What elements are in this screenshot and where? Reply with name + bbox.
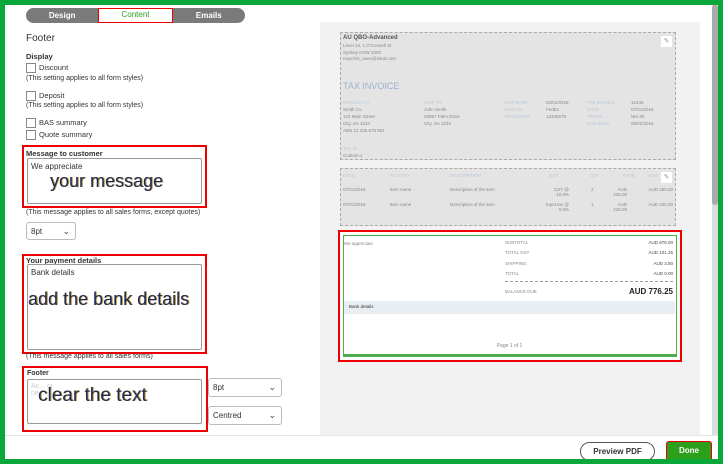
invoice-to-label: INVOICE TO bbox=[343, 100, 369, 105]
footer-font-size-value: 8pt bbox=[213, 383, 225, 392]
bas-summary-checkbox[interactable] bbox=[26, 118, 36, 129]
message-annotation: your message bbox=[50, 171, 164, 191]
footer-annotation: clear the text bbox=[38, 385, 147, 406]
tab-emails[interactable]: Emails bbox=[173, 8, 245, 23]
message-font-size-value: 8pt bbox=[31, 227, 43, 236]
ship-to-label: SHIP TO bbox=[424, 100, 442, 105]
payment-note: (This message applies to all sales forms… bbox=[26, 353, 153, 360]
quote-summary-checkbox[interactable] bbox=[26, 130, 36, 141]
scrollbar[interactable] bbox=[712, 5, 718, 435]
doc-title: TAX INVOICE bbox=[343, 81, 400, 91]
bas-summary-label: BAS summary bbox=[39, 118, 87, 127]
footer-divider bbox=[5, 435, 718, 436]
invoice-preview: AU QBO-Advanced Level 34, 1 O'Connell St… bbox=[320, 22, 700, 436]
message-font-size-select[interactable]: 8pt ⌄ bbox=[26, 222, 76, 240]
company-name: AU QBO-Advanced bbox=[343, 35, 398, 41]
company-address: Level 34, 1 O'Connell St Sydney NSW 2000 n… bbox=[343, 43, 396, 61]
display-heading: Display bbox=[26, 52, 53, 61]
edit-pencil-icon[interactable]: ✎ bbox=[661, 36, 672, 47]
payment-value: Bank details bbox=[31, 268, 75, 277]
preview-pdf-button[interactable]: Preview PDF bbox=[580, 442, 655, 461]
tab-bar: Design Content Emails bbox=[26, 8, 245, 23]
discount-label: Discount bbox=[39, 63, 69, 72]
tab-design[interactable]: Design bbox=[26, 8, 98, 23]
discount-checkbox[interactable] bbox=[26, 63, 36, 74]
balance-due-value: AUD 776.25 bbox=[628, 287, 673, 297]
payment-annotation: add the bank details bbox=[28, 289, 190, 309]
footer-font-size-select[interactable]: 8pt ⌄ bbox=[208, 378, 282, 397]
preview-header-section[interactable]: AU QBO-Advanced Level 34, 1 O'Connell St… bbox=[340, 32, 676, 160]
preview-footer-section[interactable]: We appreciate SUBTOTAL AUD 675.00 TOTAL G… bbox=[343, 235, 677, 357]
message-label: Message to customer bbox=[26, 149, 103, 158]
balance-due-label: BALANCE DUE bbox=[505, 289, 537, 295]
message-textarea[interactable]: We appreciate your message bbox=[27, 158, 202, 204]
chevron-down-icon: ⌄ bbox=[268, 410, 276, 420]
preview-bank-details: Bank details bbox=[344, 301, 675, 314]
done-button[interactable]: Done bbox=[666, 441, 712, 461]
footer-textarea[interactable]: Ac... or ne... clear the text bbox=[27, 379, 202, 424]
deposit-checkbox[interactable] bbox=[26, 91, 36, 102]
payment-textarea[interactable]: Bank details add the bank details bbox=[27, 264, 202, 350]
deposit-note: (This setting applies to all form styles… bbox=[26, 102, 144, 109]
tax-id: Custom-1 bbox=[343, 153, 363, 158]
discount-note: (This setting applies to all form styles… bbox=[26, 75, 144, 82]
section-title: Footer bbox=[26, 33, 55, 44]
chevron-down-icon: ⌄ bbox=[268, 382, 276, 392]
footer-alignment-select[interactable]: Centred ⌄ bbox=[208, 406, 282, 425]
tab-content[interactable]: Content bbox=[98, 8, 173, 23]
preview-items-section[interactable]: ✎ DATE ACTIVITY DESCRIPTION GST QTY RATE AMO 0… bbox=[340, 168, 676, 226]
footer-label: Footer bbox=[27, 370, 49, 377]
chevron-down-icon: ⌄ bbox=[62, 226, 70, 236]
footer-alignment-value: Centred bbox=[213, 411, 242, 420]
deposit-label: Deposit bbox=[39, 91, 65, 100]
edit-pencil-icon[interactable]: ✎ bbox=[661, 172, 672, 183]
preview-message: We appreciate bbox=[344, 241, 373, 246]
totals: SUBTOTAL AUD 675.00 TOTAL GST AUD 101.25 S… bbox=[505, 240, 673, 297]
page-number: Page 1 of 1 bbox=[496, 343, 523, 349]
message-note: (This message applies to all sales forms… bbox=[26, 209, 201, 216]
quote-summary-label: Quote summary bbox=[39, 130, 93, 139]
